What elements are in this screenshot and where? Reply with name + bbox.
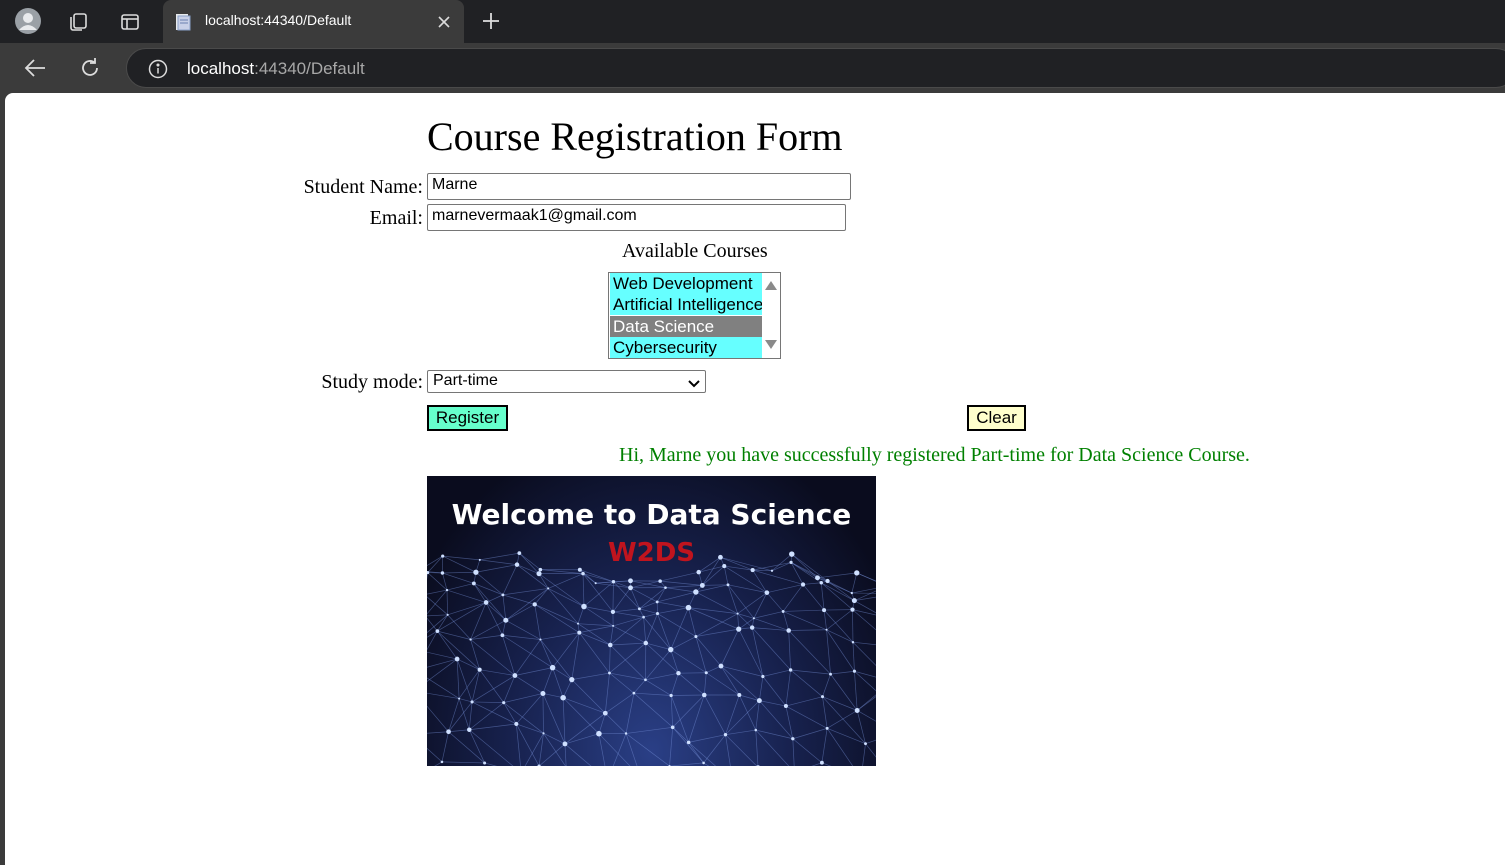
url-path: :44340/Default <box>254 59 365 78</box>
course-option-cybersecurity[interactable]: Cybersecurity <box>610 337 762 358</box>
reload-icon[interactable] <box>75 53 105 83</box>
tab-title: localhost:44340/Default <box>205 12 352 28</box>
url-text[interactable]: localhost:44340/Default <box>187 59 365 79</box>
site-info-icon[interactable] <box>147 58 169 80</box>
success-message: Hi, Marne you have successfully register… <box>619 444 1250 466</box>
profile-icon[interactable] <box>14 7 42 35</box>
email-label: Email: <box>369 207 423 229</box>
data-science-banner-image: Welcome to Data Science W2DS <box>427 476 876 766</box>
register-button[interactable]: Register <box>427 405 508 431</box>
new-tab-icon[interactable] <box>477 7 505 35</box>
course-option-data-science[interactable]: Data Science <box>610 316 762 337</box>
email-input[interactable]: marnevermaak1@gmail.com <box>427 204 846 231</box>
course-option-web-development[interactable]: Web Development <box>610 273 762 294</box>
page-favicon-icon <box>173 12 193 32</box>
banner-subtitle: W2DS <box>607 538 696 568</box>
chevron-down-icon <box>688 376 700 388</box>
address-bar[interactable]: localhost:44340/Default <box>126 48 1505 88</box>
course-option-artificial-intelligence[interactable]: Artificial Intelligence <box>610 294 762 315</box>
page-title: Course Registration Form <box>427 114 843 159</box>
student-name-input[interactable]: Marne <box>427 173 851 200</box>
active-tab[interactable]: localhost:44340/Default <box>163 0 464 43</box>
page-viewport: Course Registration Form Student Name: M… <box>5 93 1505 865</box>
available-courses-label: Available Courses <box>622 240 768 262</box>
close-tab-icon[interactable] <box>433 11 455 33</box>
study-mode-label: Study mode: <box>321 371 423 393</box>
student-name-label: Student Name: <box>303 176 423 198</box>
courses-listbox[interactable]: Web Development Artificial Intelligence … <box>608 272 781 359</box>
url-host: localhost <box>187 59 255 78</box>
browser-toolbar: localhost:44340/Default <box>0 43 1505 93</box>
back-arrow-icon[interactable] <box>20 53 50 83</box>
scroll-up-arrow-icon[interactable] <box>765 281 777 290</box>
scroll-down-arrow-icon[interactable] <box>765 340 777 349</box>
study-mode-select[interactable]: Part-time <box>427 370 706 393</box>
collections-icon[interactable] <box>64 8 92 36</box>
clear-button[interactable]: Clear <box>967 405 1026 431</box>
tab-actions-icon[interactable] <box>116 8 144 36</box>
browser-tab-strip: localhost:44340/Default <box>0 0 1505 43</box>
study-mode-value: Part-time <box>433 372 498 389</box>
banner-title: Welcome to Data Science <box>451 498 852 531</box>
